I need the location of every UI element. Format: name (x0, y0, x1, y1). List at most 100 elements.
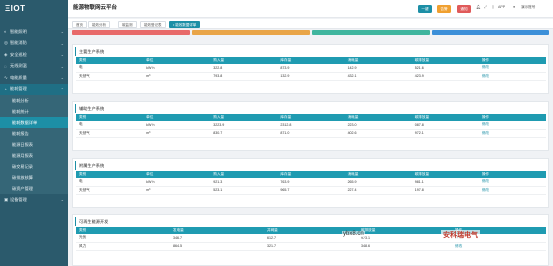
table-cell: kW·h (143, 63, 211, 73)
header-button-notice[interactable]: 通知 (457, 4, 471, 13)
table-cell: 793.8 (210, 72, 278, 81)
phone-icon: ▯ (492, 5, 494, 9)
tab[interactable]: 能效登记表 (140, 20, 166, 28)
bell-icon[interactable]: 🔔︎ (476, 5, 481, 9)
sidebar-item-label: 安全巡检 (10, 51, 27, 57)
table-cell: 523.1 (210, 186, 278, 195)
edit-link[interactable]: 修改 (478, 186, 546, 195)
table-cell: m³ (143, 186, 211, 195)
sidebar-subitem-label: 能源日报表 (12, 141, 33, 147)
chevron-down-icon: ⌄ (60, 75, 64, 81)
sidebar-subitem-label: 碳资产管理 (12, 185, 33, 191)
sidebar-item-fire[interactable]: ◎ 智能消防 ⌄ (0, 38, 68, 50)
table-cell: 风力 (76, 242, 170, 251)
table-cell: 346.7 (170, 233, 264, 243)
table-cell: 973.1 (358, 233, 452, 243)
table-cell: 天然气 (76, 186, 144, 195)
edit-link[interactable]: 修改 (452, 242, 546, 251)
breadcrumb-tabs: 首页 能效分析 碳监测 能效登记表 • 能效数据详单 (68, 19, 553, 29)
tab[interactable]: 能效分析 (88, 20, 110, 28)
table-cell: m³ (143, 72, 211, 81)
summary-card (432, 30, 549, 35)
section-auxiliary-production: 辅助生产系统 类别 单位 购入量 库存量 消耗量 碳排放量 操作 电 kW·h … (72, 101, 549, 151)
table-cell: 763.9 (277, 177, 345, 187)
chevron-down-icon: ⌄ (60, 197, 64, 203)
edit-link[interactable]: 修改 (478, 72, 546, 81)
sidebar: ΞIOT ◐ 智能照明 ⌄ ◎ 智能消防 ⌄ ◈ 安全巡检 ⌄ ◌ 无线测温 ⌄ ∿ 电能质量 ⌄ … (0, 0, 68, 266)
table-cell: 432.1 (344, 72, 412, 81)
sidebar-item-devices[interactable]: ▣ 设备管理 ⌄ (0, 194, 68, 206)
table-cell: 521.6 (411, 63, 479, 73)
table-cell: 电 (76, 177, 144, 187)
table-row: 电 kW·h 921.3 763.9 265.9 981.1 修改 (76, 177, 546, 187)
section-ancillary-production: 附属生产系统 类别 单位 购入量 库存量 消耗量 碳排放量 操作 电 kW·h … (72, 158, 549, 208)
tab-current[interactable]: • 能效数据详单 (169, 20, 201, 28)
sidebar-subitem-label: 能耗数据详单 (12, 119, 38, 125)
table-cell: 321.7 (264, 242, 358, 251)
table-cell: kW·h (143, 120, 211, 130)
sidebar-item-label: 能耗管理 (10, 86, 27, 92)
sidebar-item-label: 智能消防 (10, 40, 27, 46)
summary-card (192, 30, 310, 35)
sidebar-item-label: 无线测温 (10, 63, 27, 69)
sidebar-subitem-label: 能源月报表 (12, 152, 33, 158)
table-row: 风力 864.5 321.7 348.6 修改 (76, 242, 546, 251)
sidebar-subitem[interactable]: 碳资产管理 (0, 183, 68, 194)
table-cell: 天然气 (76, 129, 144, 138)
table-cell: m³ (143, 129, 211, 138)
section-title: 主要生产系统 (75, 47, 548, 56)
table-cell: 402.6 (344, 129, 412, 138)
sidebar-subitem[interactable]: 能耗统计 (0, 106, 68, 117)
watermark-brand: 安科瑞电气 (441, 230, 480, 240)
sidebar-item-temperature[interactable]: ◌ 无线测温 ⌄ (0, 61, 68, 73)
sidebar-subitem-label: 能耗报告 (12, 130, 29, 136)
sidebar-item-power-quality[interactable]: ∿ 电能质量 ⌄ (0, 72, 68, 84)
sidebar-subitem[interactable]: 能源日报表 (0, 139, 68, 150)
logo: ΞIOT (5, 4, 26, 13)
edit-link[interactable]: 修改 (478, 177, 546, 187)
section-title: 附属生产系统 (75, 161, 548, 170)
tab[interactable]: 碳监测 (118, 20, 137, 28)
summary-card (72, 30, 190, 35)
table-cell: 972.1 (411, 129, 479, 138)
table-cell: 电 (76, 120, 144, 130)
table-cell: kW·h (143, 177, 211, 187)
table-row: 电 kW·h 3223.9 2312.8 223.0 087.8 修改 (76, 120, 546, 130)
sidebar-subitem-label: 能耗统计 (12, 108, 29, 114)
sidebar-subitem[interactable]: 碳排放核算 (0, 172, 68, 183)
user-name[interactable]: 演示账号 (521, 5, 535, 10)
edit-link[interactable]: 修改 (478, 63, 546, 73)
sidebar-subitem-label: 能耗分析 (12, 97, 29, 103)
table-row: 天然气 m³ 793.8 132.9 432.1 423.9 修改 (76, 72, 546, 81)
user-avatar-icon[interactable]: ● (513, 5, 515, 9)
edit-link[interactable]: 修改 (478, 129, 546, 138)
table-cell: 873.9 (277, 63, 345, 73)
sidebar-subitem-current[interactable]: 能耗数据详单 (0, 117, 68, 128)
tab-home[interactable]: 首页 (72, 20, 87, 28)
sidebar-item-inspection[interactable]: ◈ 安全巡检 ⌄ (0, 49, 68, 61)
header-button-primary[interactable]: 一键 (418, 4, 432, 13)
sidebar-subitem[interactable]: 能源月报表 (0, 150, 68, 161)
sidebar-subitem[interactable]: 碳交易记录 (0, 161, 68, 172)
table-cell: 265.9 (344, 177, 412, 187)
table-cell: 981.1 (411, 177, 479, 187)
header-button-alarm[interactable]: 告警 (437, 4, 451, 13)
sidebar-subitem-label: 碳交易记录 (12, 163, 33, 169)
watermark-site: ybx8.cn (342, 231, 365, 237)
data-table: 类别 单位 购入量 库存量 消耗量 碳排放量 操作 电 kW·h 322.8 8… (76, 57, 546, 81)
table-cell: 921.3 (210, 177, 278, 187)
sidebar-subitem[interactable]: 能耗分析 (0, 95, 68, 106)
sidebar-item-lighting[interactable]: ◐ 智能照明 ⌄ (0, 26, 68, 38)
expand-icon[interactable]: ⤢ (484, 5, 487, 9)
table-cell: 227.4 (344, 186, 412, 195)
table-cell: 423.9 (411, 72, 479, 81)
sidebar-item-energy[interactable]: ◔ 能耗管理 ⌃ (0, 83, 68, 95)
sidebar-subitem[interactable]: 能耗报告 (0, 128, 68, 139)
section-main-production: 主要生产系统 类别 单位 购入量 库存量 消耗量 碳排放量 操作 电 kW·h … (72, 44, 549, 94)
table-cell: 3223.9 (210, 120, 278, 130)
top-header: 能源物联网云平台 一键 告警 通知 🔔︎ ⤢ ▯ APP ● 演示账号 (68, 0, 553, 18)
app-link[interactable]: APP (498, 5, 505, 9)
sidebar-subitem-label: 碳排放核算 (12, 174, 33, 180)
table-row: 天然气 m³ 523.1 965.7 227.4 197.8 修改 (76, 186, 546, 195)
edit-link[interactable]: 修改 (478, 120, 546, 130)
